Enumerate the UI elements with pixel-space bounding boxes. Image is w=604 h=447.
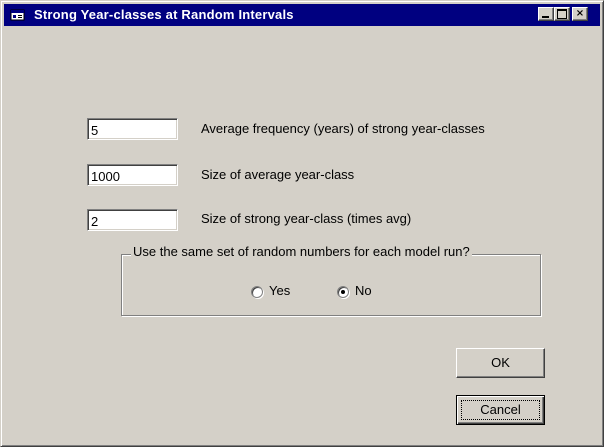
frequency-input[interactable]	[87, 118, 178, 140]
minimize-button[interactable]	[538, 7, 554, 21]
radio-no[interactable]	[337, 286, 349, 298]
average-size-label: Size of average year-class	[201, 167, 355, 182]
random-numbers-group	[121, 254, 541, 316]
cancel-button[interactable]: Cancel	[456, 395, 545, 425]
radio-yes-label[interactable]: Yes	[269, 283, 290, 298]
focus-rectangle	[461, 400, 540, 420]
dialog-window: Strong Year-classes at Random Intervals …	[0, 0, 604, 447]
radio-no-label[interactable]: No	[355, 283, 372, 298]
ok-button[interactable]: OK	[456, 348, 545, 378]
radio-selected-dot	[341, 290, 345, 294]
random-numbers-legend: Use the same set of random numbers for e…	[131, 244, 472, 259]
app-icon	[10, 9, 25, 21]
minimize-icon	[542, 16, 549, 18]
average-size-input[interactable]	[87, 164, 178, 186]
strong-size-label: Size of strong year-class (times avg)	[201, 211, 412, 226]
close-button[interactable]: ×	[572, 7, 588, 21]
radio-yes[interactable]	[251, 286, 263, 298]
title-bar[interactable]: Strong Year-classes at Random Intervals …	[4, 4, 600, 26]
close-icon: ×	[575, 8, 585, 19]
maximize-button[interactable]	[554, 7, 570, 21]
window-title: Strong Year-classes at Random Intervals	[34, 7, 294, 22]
strong-size-input[interactable]	[87, 209, 178, 231]
maximize-icon	[557, 9, 567, 19]
frequency-label: Average frequency (years) of strong year…	[201, 121, 485, 136]
